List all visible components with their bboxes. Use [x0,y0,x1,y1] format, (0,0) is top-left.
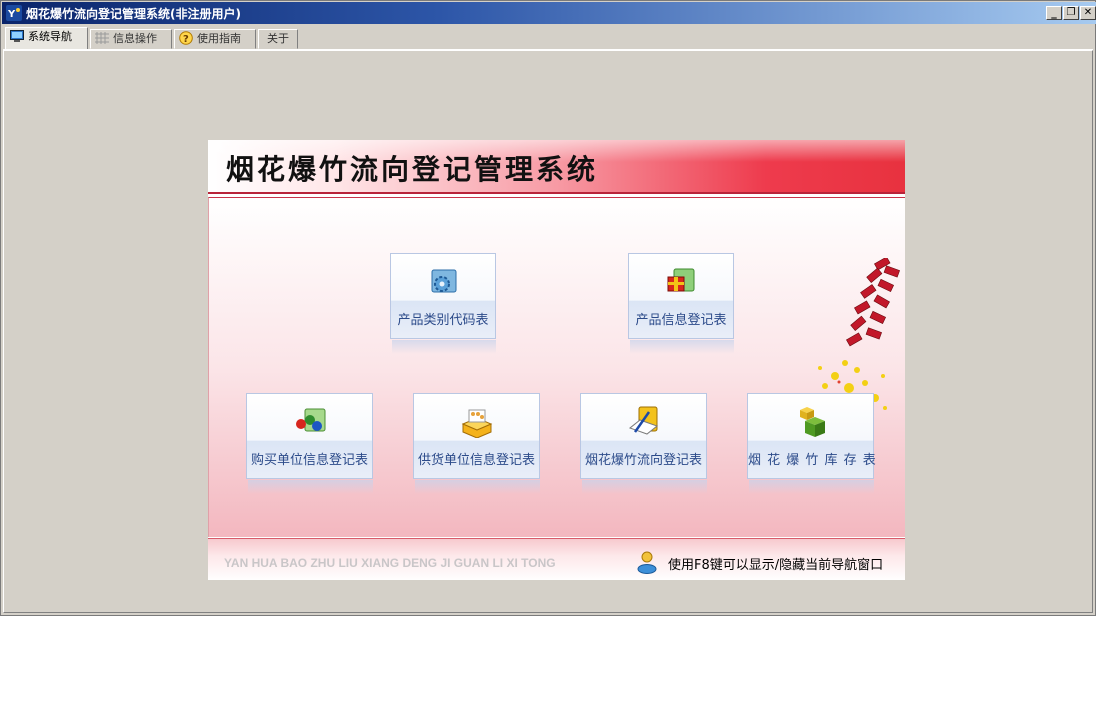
grid-icon [95,32,109,44]
app-logo-icon: Y [6,5,22,21]
document-pen-icon [628,406,658,435]
box-icon [461,409,492,438]
flow-register-button[interactable]: 烟花爆竹流向登记表 [580,393,707,479]
nav-header: 烟花爆竹流向登记管理系统 [208,140,905,194]
nav-title: 烟花爆竹流向登记管理系统 [226,153,599,186]
gift-folder-icon [667,268,695,292]
supplier-info-register-button[interactable]: 供货单位信息登记表 [413,393,540,479]
tab-label: 信息操作 [113,32,157,45]
button-label: 购买单位信息登记表 [250,453,368,468]
inventory-table-button[interactable]: 烟 花 爆 竹 库 存 表 [747,393,877,479]
cubes-icon [799,407,825,437]
buyer-info-register-button[interactable]: 购买单位信息登记表 [246,393,373,479]
nav-footer: YAN HUA BAO ZHU LIU XIANG DENG JI GUAN L… [208,538,905,580]
navigation-panel: 烟花爆竹流向登记管理系统 产品类别代码表 产品信息登记表 购买单位信息登记表 供… [208,140,905,580]
restore-button[interactable]: ❐ [1063,6,1079,20]
button-label: 烟花爆竹流向登记表 [584,453,702,468]
tab-label: 系统导航 [28,30,72,43]
tab-about[interactable]: 关于 [258,29,298,49]
title-bar[interactable]: Y 烟花爆竹流向登记管理系统(非注册用户) _ ❐ ✕ [2,2,1096,24]
window-title: 烟花爆竹流向登记管理系统(非注册用户) [26,7,241,21]
minimize-button[interactable]: _ [1046,6,1062,20]
people-folder-icon [295,408,325,432]
help-icon: ? [179,31,193,45]
gear-folder-icon [431,269,457,293]
product-info-register-button[interactable]: 产品信息登记表 [628,253,734,339]
nav-body: 产品类别代码表 产品信息登记表 购买单位信息登记表 供货单位信息登记表 烟花爆竹… [208,197,905,537]
monitor-icon [10,30,24,42]
button-label: 供货单位信息登记表 [417,453,535,468]
button-label: 产品信息登记表 [635,313,727,328]
tab-label: 使用指南 [197,32,241,45]
tab-info-ops[interactable]: 信息操作 [90,29,172,49]
svg-text:?: ? [183,34,189,45]
button-label: 产品类别代码表 [397,313,489,328]
tab-label: 关于 [267,32,289,45]
tab-system-nav[interactable]: 系统导航 [5,27,88,50]
product-category-code-button[interactable]: 产品类别代码表 [390,253,496,339]
hint-text: 使用F8键可以显示/隐藏当前导航窗口 [668,558,884,573]
user-info-icon [637,551,657,574]
button-label: 烟 花 爆 竹 库 存 表 [748,453,877,468]
close-button[interactable]: ✕ [1080,6,1096,20]
tab-user-guide[interactable]: ? 使用指南 [174,29,256,49]
pinyin-caption: YAN HUA BAO ZHU LIU XIANG DENG JI GUAN L… [224,556,556,570]
svg-text:Y: Y [7,9,16,20]
